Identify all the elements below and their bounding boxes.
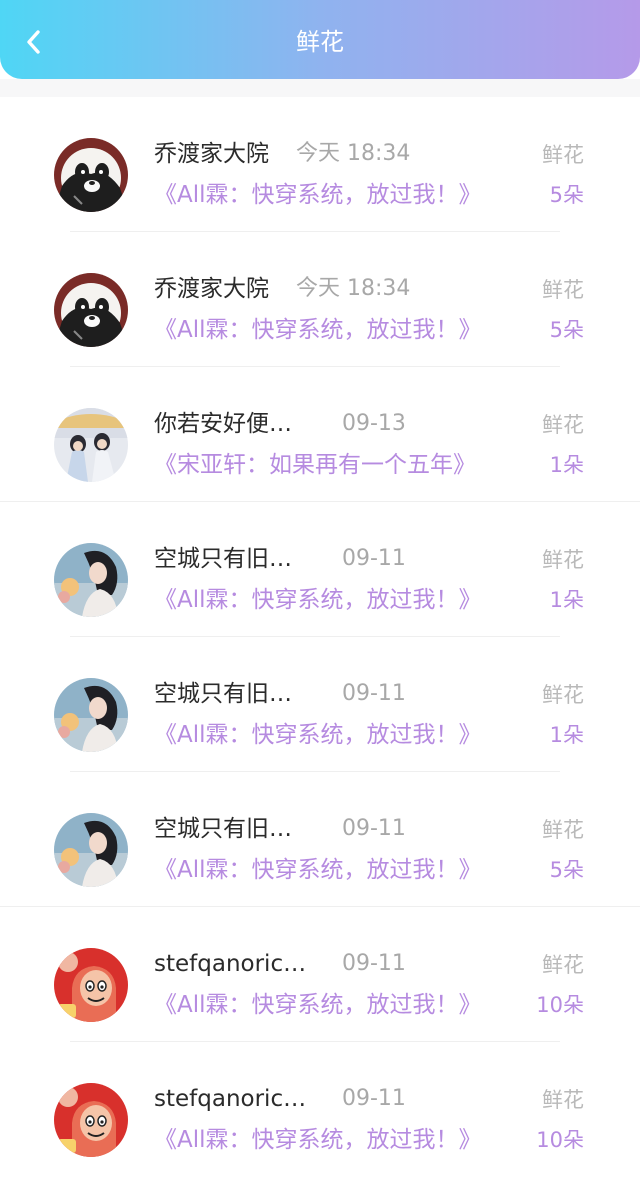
user-name[interactable]: 空城只有旧…: [154, 544, 304, 574]
timestamp: 今天 18:34: [296, 276, 411, 301]
user-avatar[interactable]: [54, 678, 128, 752]
flower-count: 10朵: [536, 1128, 584, 1152]
cartoon-avatar-icon: [54, 948, 128, 1022]
user-name[interactable]: 空城只有旧…: [154, 814, 304, 844]
list-item[interactable]: stefqanoric… 09-11 《All霖：快穿系统，放过我！》 鲜花 1…: [0, 1042, 640, 1177]
flower-label: 鲜花: [542, 548, 584, 572]
flower-label: 鲜花: [542, 683, 584, 707]
book-title[interactable]: 《All霖：快穿系统，放过我！》: [154, 585, 482, 615]
panda-avatar-icon: [54, 273, 128, 347]
flower-label: 鲜花: [542, 953, 584, 977]
book-title[interactable]: 《All霖：快穿系统，放过我！》: [154, 315, 482, 345]
list-item[interactable]: 你若安好便… 09-13 《宋亚轩：如果再有一个五年》 鲜花 1朵: [0, 367, 640, 502]
list-item[interactable]: 乔渡家大院 今天 18:34 《All霖：快穿系统，放过我！》 鲜花 5朵: [0, 232, 640, 367]
user-avatar[interactable]: [54, 948, 128, 1022]
flower-label: 鲜花: [542, 413, 584, 437]
book-title[interactable]: 《All霖：快穿系统，放过我！》: [154, 1125, 482, 1155]
user-avatar[interactable]: [54, 813, 128, 887]
flower-count: 10朵: [536, 993, 584, 1017]
user-avatar[interactable]: [54, 1083, 128, 1157]
flower-count: 5朵: [549, 183, 584, 207]
book-title[interactable]: 《宋亚轩：如果再有一个五年》: [154, 450, 476, 480]
user-avatar[interactable]: [54, 543, 128, 617]
girl-photo-avatar-icon: [54, 543, 128, 617]
header-bar: 鲜花: [0, 0, 640, 79]
flower-count: 5朵: [549, 318, 584, 342]
list-item[interactable]: 乔渡家大院 今天 18:34 《All霖：快穿系统，放过我！》 鲜花 5朵: [0, 97, 640, 232]
timestamp: 今天 18:34: [296, 141, 411, 166]
timestamp: 09-11: [342, 816, 406, 841]
panda-avatar-icon: [54, 138, 128, 212]
list-item[interactable]: 空城只有旧… 09-11 《All霖：快穿系统，放过我！》 鲜花 1朵: [0, 502, 640, 637]
user-avatar[interactable]: [54, 273, 128, 347]
book-title[interactable]: 《All霖：快穿系统，放过我！》: [154, 990, 482, 1020]
page-title: 鲜花: [296, 28, 344, 56]
user-avatar[interactable]: [54, 408, 128, 482]
flower-label: 鲜花: [542, 818, 584, 842]
list-item[interactable]: stefqanoric… 09-11 《All霖：快穿系统，放过我！》 鲜花 1…: [0, 907, 640, 1042]
flower-count: 1朵: [549, 723, 584, 747]
user-name[interactable]: 空城只有旧…: [154, 679, 304, 709]
timestamp: 09-11: [342, 1086, 406, 1111]
timestamp: 09-11: [342, 681, 406, 706]
user-name[interactable]: 乔渡家大院: [154, 274, 304, 304]
flower-record-list: 乔渡家大院 今天 18:34 《All霖：快穿系统，放过我！》 鲜花 5朵 乔渡…: [0, 97, 640, 1177]
flower-label: 鲜花: [542, 143, 584, 167]
girl-photo-avatar-icon: [54, 678, 128, 752]
list-item[interactable]: 空城只有旧… 09-11 《All霖：快穿系统，放过我！》 鲜花 5朵: [0, 772, 640, 907]
user-name[interactable]: 乔渡家大院: [154, 139, 304, 169]
photo-avatar-icon: [54, 408, 128, 482]
user-name[interactable]: 你若安好便…: [154, 409, 304, 439]
book-title[interactable]: 《All霖：快穿系统，放过我！》: [154, 180, 482, 210]
timestamp: 09-11: [342, 951, 406, 976]
book-title[interactable]: 《All霖：快穿系统，放过我！》: [154, 720, 482, 750]
user-name[interactable]: stefqanoric…: [154, 1084, 304, 1114]
cartoon-avatar-icon: [54, 1083, 128, 1157]
flower-count: 5朵: [549, 858, 584, 882]
user-avatar[interactable]: [54, 138, 128, 212]
timestamp: 09-13: [342, 411, 406, 436]
list-item[interactable]: 空城只有旧… 09-11 《All霖：快穿系统，放过我！》 鲜花 1朵: [0, 637, 640, 772]
header-separator: [0, 79, 640, 97]
flower-label: 鲜花: [542, 278, 584, 302]
girl-photo-avatar-icon: [54, 813, 128, 887]
flower-count: 1朵: [549, 588, 584, 612]
book-title[interactable]: 《All霖：快穿系统，放过我！》: [154, 855, 482, 885]
timestamp: 09-11: [342, 546, 406, 571]
flower-label: 鲜花: [542, 1088, 584, 1112]
user-name[interactable]: stefqanoric…: [154, 949, 304, 979]
flower-count: 1朵: [549, 453, 584, 477]
